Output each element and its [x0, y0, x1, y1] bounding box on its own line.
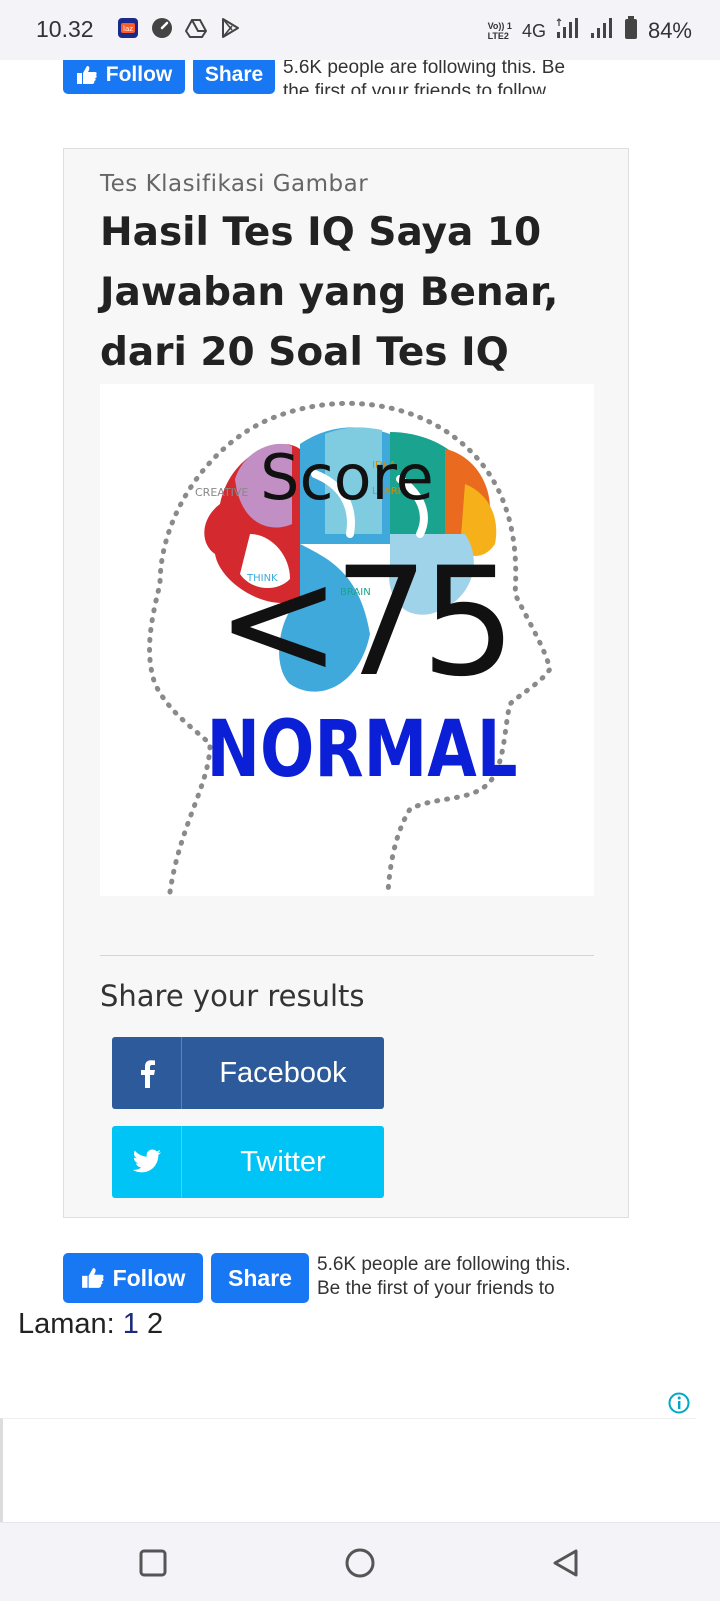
- brain-word-creative: CREATIVE: [195, 486, 248, 499]
- signal-2-icon: [590, 17, 614, 45]
- play-store-icon: [218, 16, 242, 40]
- circle-icon: [345, 1548, 375, 1578]
- recent-apps-button[interactable]: [135, 1545, 171, 1581]
- twitter-icon: [112, 1126, 182, 1198]
- battery-icon: [624, 16, 638, 46]
- fb-follow-widget-top: Follow Share 5.6K people are following t…: [63, 60, 583, 94]
- fb-follow-count-text: 5.6K people are following this. Be the f…: [317, 1254, 571, 1299]
- share-twitter-label: Twitter: [240, 1145, 326, 1178]
- ad-info-icon[interactable]: [668, 1392, 690, 1418]
- thumbs-up-icon: [81, 1267, 105, 1289]
- facebook-icon: [112, 1037, 182, 1109]
- home-button[interactable]: [342, 1545, 378, 1581]
- quiz-result-title: Hasil Tes IQ Saya 10 Jawaban yang Benar,…: [100, 210, 559, 375]
- battery-percent: 84%: [647, 18, 692, 43]
- signal-1-icon: [556, 17, 580, 45]
- ad-banner[interactable]: [0, 1418, 696, 1522]
- share-facebook-label: Facebook: [219, 1056, 347, 1089]
- pagination: Laman: 1 2: [18, 1308, 163, 1341]
- square-icon: [139, 1549, 167, 1577]
- navigation-bar: [0, 1522, 720, 1601]
- quiz-category: Tes Klasifikasi Gambar: [100, 171, 369, 197]
- network-type: 4G: [521, 20, 546, 41]
- status-time: 10.32: [36, 16, 94, 42]
- volte-indicator: Vo)) 1 LTE2: [487, 21, 512, 41]
- result-image: CREATIVE IDEA LEARN THINK BRAIN Score <7…: [100, 384, 594, 896]
- share-twitter-button[interactable]: Twitter: [112, 1126, 384, 1198]
- fb-share-button[interactable]: Share: [211, 1253, 309, 1303]
- page-link-1[interactable]: 1: [123, 1308, 139, 1340]
- fb-follow-widget-bottom: Follow Share 5.6K people are following t…: [63, 1253, 587, 1303]
- score-value: <75: [216, 536, 509, 710]
- share-title: Share your results: [100, 979, 365, 1013]
- system-status: Vo)) 1 LTE2 4G 84%: [488, 16, 692, 46]
- fb-follow-count-text: 5.6K people are following this. Be the f…: [283, 60, 566, 94]
- status-bar: 10.32 laz Vo)) 1 LTE2 4G 84%: [0, 0, 720, 60]
- fb-follow-button[interactable]: Follow: [63, 1253, 203, 1303]
- speedometer-icon: [150, 16, 174, 40]
- back-button[interactable]: [548, 1545, 584, 1581]
- score-label: Score: [260, 441, 434, 514]
- notification-icons: laz: [116, 16, 242, 40]
- lazada-app-icon: laz: [116, 16, 140, 40]
- svg-text:laz: laz: [123, 25, 133, 33]
- fb-follow-button[interactable]: Follow: [63, 60, 185, 94]
- pagination-label: Laman:: [18, 1308, 115, 1340]
- page-link-2[interactable]: 2: [147, 1308, 163, 1340]
- thumbs-up-icon: [76, 65, 98, 85]
- quiz-result-card: Tes Klasifikasi Gambar Hasil Tes IQ Saya…: [63, 148, 629, 1218]
- result-word: NORMAL: [206, 704, 517, 795]
- back-triangle-icon: [553, 1549, 578, 1577]
- fb-share-button[interactable]: Share: [193, 60, 275, 94]
- divider: [100, 955, 594, 956]
- drive-icon: [184, 16, 208, 40]
- share-facebook-button[interactable]: Facebook: [112, 1037, 384, 1109]
